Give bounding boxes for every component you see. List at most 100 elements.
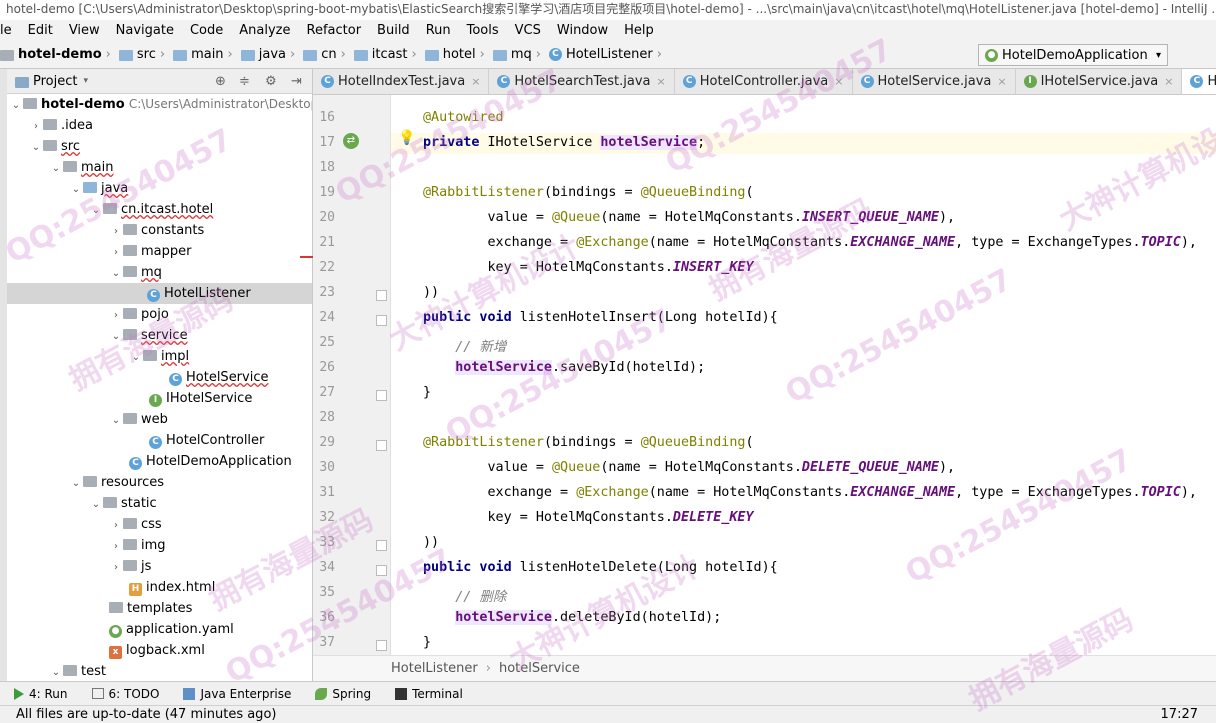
menu-file[interactable]: le <box>0 23 20 38</box>
code-line-33: )) <box>423 535 440 550</box>
line-number: 24 <box>319 310 335 325</box>
tree-item-constants[interactable]: › constants <box>7 220 312 241</box>
crumb-hotel[interactable]: hotel › <box>423 47 491 62</box>
tree-item-css[interactable]: › css <box>7 514 312 535</box>
breadcrumb-class[interactable]: HotelListener <box>391 661 478 676</box>
folder-icon <box>240 50 255 61</box>
tree-item-test[interactable]: ⌄ test <box>7 661 312 681</box>
menu-analyze[interactable]: Analyze <box>231 23 298 38</box>
breadcrumb-field[interactable]: hotelService <box>499 661 580 676</box>
fold-icon[interactable] <box>376 565 387 576</box>
autowired-bean-icon[interactable]: ⇄ <box>343 133 359 149</box>
crumb-itcast[interactable]: itcast › <box>352 47 423 62</box>
gear-icon[interactable]: ⚙ <box>265 74 277 89</box>
tool-spring[interactable]: Spring <box>301 687 381 701</box>
lightbulb-icon[interactable]: 💡 <box>398 130 415 146</box>
tree-item-pojo[interactable]: › pojo <box>7 304 312 325</box>
menu-code[interactable]: Code <box>182 23 231 38</box>
crumb-cn[interactable]: cn › <box>301 47 352 62</box>
crumb-java[interactable]: java › <box>239 47 301 62</box>
status-message: All files are up-to-date (47 minutes ago… <box>16 707 277 722</box>
java-enterprise-icon <box>183 687 196 700</box>
tool-java-enterprise[interactable]: Java Enterprise <box>169 687 301 701</box>
tree-item-img[interactable]: › img <box>7 535 312 556</box>
folder-icon <box>173 50 188 61</box>
chevron-down-icon[interactable]: ▾ <box>83 76 88 86</box>
tree-item-src[interactable]: ⌄ src <box>7 136 312 157</box>
code-line-35: // 删除 <box>455 590 507 605</box>
tree-item-hoteldemoapplication[interactable]: C HotelDemoApplication <box>7 451 312 472</box>
tree-item-java[interactable]: ⌄ java <box>7 178 312 199</box>
fold-icon[interactable] <box>376 440 387 451</box>
tool-todo[interactable]: 6: TODO <box>78 687 170 701</box>
project-view-select[interactable]: Project <box>33 74 77 89</box>
line-number: 23 <box>319 285 335 300</box>
status-bar: All files are up-to-date (47 minutes ago… <box>0 705 1216 723</box>
line-number: 18 <box>319 160 335 175</box>
menu-vcs[interactable]: VCS <box>507 23 549 38</box>
code-line-17: private IHotelService hotelService; <box>423 135 706 150</box>
tree-item-js[interactable]: › js <box>7 556 312 577</box>
tree-item-service[interactable]: ⌄ service <box>7 325 312 346</box>
tree-item-hotelservice[interactable]: C HotelService <box>7 367 312 388</box>
fold-icon[interactable] <box>376 640 387 651</box>
tree-item-mq[interactable]: ⌄ mq <box>7 262 312 283</box>
tab-hotelservice[interactable]: C HotelService.java × <box>853 69 1016 94</box>
collapse-all-icon[interactable]: ≑ <box>239 74 250 89</box>
code-line-30: value = @Queue(name = HotelMqConstants.D… <box>423 460 956 475</box>
tree-item-main[interactable]: ⌄ main <box>7 157 312 178</box>
tree-item-hotelcontroller[interactable]: C HotelController <box>7 430 312 451</box>
fold-icon[interactable] <box>376 290 387 301</box>
tree-item-package[interactable]: ⌄ cn.itcast.hotel <box>7 199 312 220</box>
tab-hotelsearchtest[interactable]: C HotelSearchTest.java × <box>489 69 675 94</box>
tree-item-ihotelservice[interactable]: I IHotelService <box>7 388 312 409</box>
tree-item-impl[interactable]: ⌄ impl <box>7 346 312 367</box>
tool-terminal[interactable]: Terminal <box>381 687 473 701</box>
tab-hotellistener[interactable]: CHotelListener.java <box>1182 69 1216 94</box>
code-line-29: @RabbitListener(bindings = @QueueBinding… <box>423 435 754 450</box>
tree-item-templates[interactable]: templates <box>7 598 312 619</box>
locate-icon[interactable]: ⊕ <box>215 74 226 89</box>
fold-icon[interactable] <box>376 390 387 401</box>
tool-run[interactable]: 4: Run <box>0 687 78 701</box>
scroll-marker <box>300 256 314 258</box>
tree-item-hotellistener[interactable]: C HotelListener <box>7 283 312 304</box>
run-config-select[interactable]: ● HotelDemoApplication ▾ <box>978 44 1168 66</box>
todo-icon <box>91 688 104 699</box>
tree-item-index-html[interactable]: Hindex.html <box>7 577 312 598</box>
menu-edit[interactable]: Edit <box>20 23 61 38</box>
spring-boot-icon: ● <box>985 48 998 62</box>
crumb-mq[interactable]: mq › <box>491 47 547 62</box>
tree-item-web[interactable]: ⌄ web <box>7 409 312 430</box>
crumb-src[interactable]: src › <box>117 47 171 62</box>
menu-window[interactable]: Window <box>549 23 616 38</box>
tree-item-logback-xml[interactable]: x logback.xml <box>7 640 312 661</box>
code-line-26: hotelService.saveById(hotelId); <box>455 360 706 375</box>
crumb-main[interactable]: main › <box>171 47 239 62</box>
menu-view[interactable]: View <box>61 23 108 38</box>
tree-item-resources[interactable]: ⌄ resources <box>7 472 312 493</box>
tree-item-mapper[interactable]: › mapper <box>7 241 312 262</box>
menu-build[interactable]: Build <box>369 23 418 38</box>
line-number: 36 <box>319 610 335 625</box>
crumb-hotellistener[interactable]: C HotelListener › <box>547 47 668 62</box>
fold-icon[interactable] <box>376 540 387 551</box>
tab-hotelindextest[interactable]: C HotelIndexTest.java × <box>313 69 490 94</box>
fold-icon[interactable] <box>376 315 387 326</box>
tab-hotelcontroller[interactable]: C HotelController.java × <box>675 69 853 94</box>
line-number: 22 <box>319 260 335 275</box>
menu-run[interactable]: Run <box>418 23 459 38</box>
menu-help[interactable]: Help <box>616 23 662 38</box>
hide-icon[interactable]: ⇥ <box>291 74 302 89</box>
tree-item-idea[interactable]: › .idea <box>7 115 312 136</box>
menu-navigate[interactable]: Navigate <box>108 23 182 38</box>
folder-icon <box>303 50 318 61</box>
menu-tools[interactable]: Tools <box>459 23 507 38</box>
crumb-project[interactable]: hotel-demo › <box>0 47 117 62</box>
tree-item-hotel-demo[interactable]: ⌄ hotel-demo C:\Users\Administrator\Deskt… <box>7 94 312 115</box>
tree-item-application-yaml[interactable]: ● application.yaml <box>7 619 312 640</box>
tree-item-static[interactable]: ⌄ static <box>7 493 312 514</box>
code-line-27: } <box>423 385 432 400</box>
tab-ihotelservice[interactable]: I IHotelService.java × <box>1016 69 1183 94</box>
menu-refactor[interactable]: Refactor <box>299 23 370 38</box>
